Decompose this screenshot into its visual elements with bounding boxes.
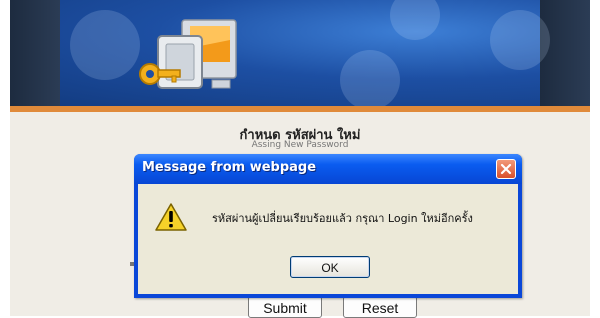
header-banner — [10, 0, 590, 106]
banner-decoration — [390, 0, 440, 40]
close-button[interactable] — [496, 159, 516, 179]
page-subtitle: Assing New Password — [251, 140, 349, 150]
dialog-message: รหัสผ่านผู้เปลี่ยนเรียบร้อยแล้ว กรุณา Lo… — [212, 212, 473, 225]
banner-right-edge — [540, 0, 590, 106]
submit-button[interactable]: Submit — [248, 296, 322, 318]
close-icon — [500, 163, 512, 175]
reset-button[interactable]: Reset — [343, 296, 417, 318]
dialog-title: Message from webpage — [142, 160, 317, 175]
message-dialog: Message from webpage รหัสผ่านผู้เปลี่ยนเ… — [134, 154, 522, 298]
warning-icon — [155, 203, 187, 231]
banner-decoration — [340, 50, 400, 106]
banner-left-edge — [10, 0, 60, 106]
banner-decoration — [490, 10, 550, 70]
ok-button[interactable]: OK — [290, 256, 370, 278]
dialog-titlebar[interactable]: Message from webpage — [134, 154, 522, 184]
dialog-body: รหัสผ่านผู้เปลี่ยนเรียบร้อยแล้ว กรุณา Lo… — [138, 184, 518, 294]
banner-decoration — [70, 10, 140, 80]
key-computer-logo-icon — [139, 19, 237, 89]
